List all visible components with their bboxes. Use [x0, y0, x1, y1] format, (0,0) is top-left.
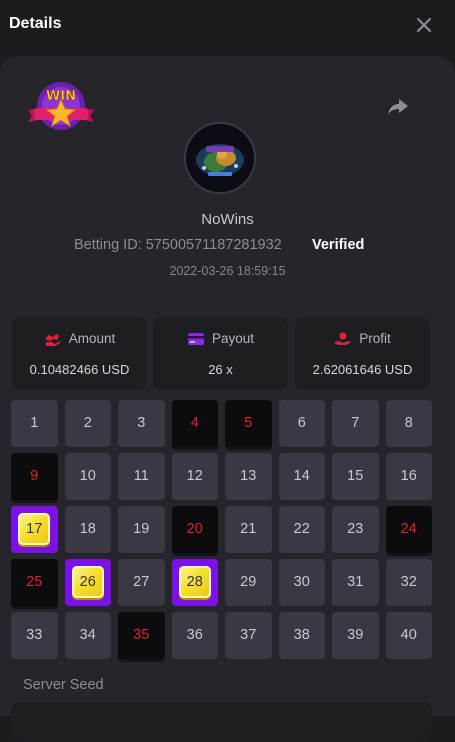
keno-cell-34[interactable]: 34	[64, 612, 111, 659]
keno-cell-9[interactable]: 9	[11, 453, 58, 500]
gem-icon: 26	[71, 566, 104, 599]
keno-cell-13[interactable]: 13	[225, 453, 272, 500]
server-seed-field[interactable]	[11, 702, 432, 742]
close-button[interactable]	[413, 14, 435, 36]
coins-icon	[44, 333, 60, 346]
keno-cell-36[interactable]: 36	[171, 612, 218, 659]
keno-cell-24[interactable]: 24	[385, 506, 432, 553]
keno-cell-1[interactable]: 1	[11, 400, 58, 447]
keno-cell-21[interactable]: 21	[225, 506, 272, 553]
keno-cell-25[interactable]: 25	[11, 559, 58, 606]
profit-value: 2.62061646 USD	[312, 362, 413, 377]
keno-cell-33[interactable]: 33	[11, 612, 58, 659]
card-icon	[187, 332, 204, 345]
player-name: NoWins	[201, 211, 254, 228]
keno-cell-40[interactable]: 40	[385, 612, 432, 659]
keno-cell-26[interactable]: 26	[64, 559, 111, 606]
keno-cell-32[interactable]: 32	[385, 559, 432, 606]
profit-label: Profit	[359, 331, 391, 346]
keno-cell-12[interactable]: 12	[171, 453, 218, 500]
keno-cell-39[interactable]: 39	[332, 612, 379, 659]
amount-label: Amount	[68, 331, 116, 346]
keno-cell-16[interactable]: 16	[385, 453, 432, 500]
game-art-icon	[186, 124, 254, 192]
keno-cell-15[interactable]: 15	[332, 453, 379, 500]
keno-cell-35[interactable]: 35	[118, 612, 165, 659]
avatar	[184, 122, 256, 194]
close-icon	[417, 18, 431, 32]
keno-cell-17[interactable]: 17	[11, 506, 58, 553]
keno-cell-2[interactable]: 2	[64, 400, 111, 447]
keno-cell-23[interactable]: 23	[332, 506, 379, 553]
hand-coin-icon	[335, 332, 352, 345]
keno-cell-10[interactable]: 10	[64, 453, 111, 500]
betting-id-label: Betting ID:	[74, 237, 142, 253]
keno-cell-37[interactable]: 37	[225, 612, 272, 659]
share-button[interactable]	[386, 96, 410, 118]
keno-grid: 1 2 3 4 5 6 7 8 9 10 11 12 13 14 15 16 17 18 19 20 21 22 23 24 2…	[11, 400, 432, 659]
gem-icon: 17	[18, 513, 51, 546]
betting-id-value: 575005711872819​32	[145, 237, 282, 253]
payout-label: Payout	[211, 331, 255, 346]
amount-value: 0.10482466 USD	[29, 362, 130, 377]
keno-cell-18[interactable]: 18	[64, 506, 111, 553]
keno-cell-3[interactable]: 3	[118, 400, 165, 447]
keno-cell-38[interactable]: 38	[278, 612, 325, 659]
keno-cell-19[interactable]: 19	[118, 506, 165, 553]
payout-value: 26 x	[208, 362, 233, 377]
keno-cell-20[interactable]: 20	[171, 506, 218, 553]
keno-cell-11[interactable]: 11	[118, 453, 165, 500]
keno-cell-30[interactable]: 30	[278, 559, 325, 606]
keno-cell-29[interactable]: 29	[225, 559, 272, 606]
svg-text:WIN: WIN	[46, 89, 76, 104]
keno-cell-28[interactable]: 28	[171, 559, 218, 606]
keno-cell-5[interactable]: 5	[225, 400, 272, 447]
keno-cell-27[interactable]: 27	[118, 559, 165, 606]
keno-cell-31[interactable]: 31	[332, 559, 379, 606]
keno-cell-14[interactable]: 14	[278, 453, 325, 500]
profit-card: Profit 2.62061646 USD	[295, 317, 430, 390]
keno-cell-4[interactable]: 4	[171, 400, 218, 447]
verified-label: Verified	[312, 237, 365, 253]
keno-cell-6[interactable]: 6	[278, 400, 325, 447]
keno-cell-7[interactable]: 7	[332, 400, 379, 447]
header-bar: Details	[0, 0, 455, 52]
server-seed-label: Server Seed	[23, 677, 104, 693]
win-badge-icon: WIN	[28, 82, 94, 130]
betting-id-row: Betting ID: 575005711872819​32	[74, 237, 282, 253]
amount-card: Amount 0.10482466 USD	[12, 317, 147, 390]
payout-card: Payout 26 x	[153, 317, 288, 390]
keno-cell-8[interactable]: 8	[385, 400, 432, 447]
modal-title: Details	[9, 15, 62, 32]
gem-icon: 28	[178, 566, 211, 599]
share-icon	[388, 99, 408, 115]
bet-timestamp: 2022-03-26 18:59:15	[169, 264, 286, 278]
keno-cell-22[interactable]: 22	[278, 506, 325, 553]
